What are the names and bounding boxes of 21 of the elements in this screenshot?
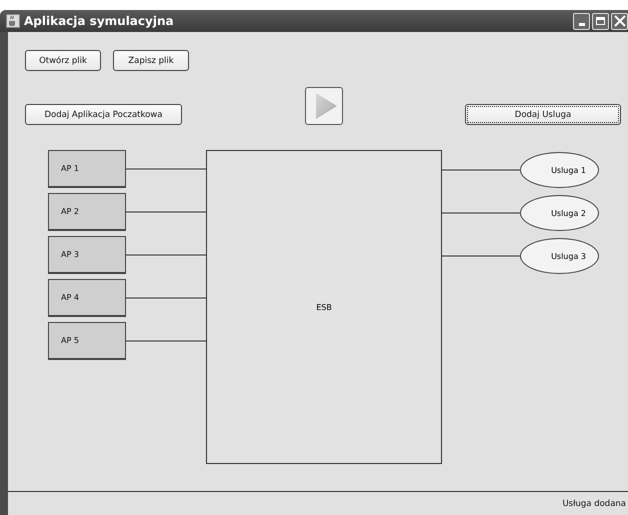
- minimize-button[interactable]: [573, 12, 590, 30]
- coffee-cup-icon: [6, 14, 20, 28]
- add-application-button[interactable]: Dodaj Aplikacja Poczatkowa: [25, 104, 182, 125]
- application-node: AP 1: [48, 150, 126, 188]
- service-node: Usluga 1: [520, 152, 599, 188]
- file-button[interactable]: Zapisz plik: [113, 50, 189, 71]
- file-button[interactable]: Otwórz plik: [25, 50, 101, 71]
- service-node: Usluga 2: [520, 195, 599, 231]
- window-title: Aplikacja symulacyjna: [24, 14, 174, 28]
- play-button[interactable]: [305, 87, 343, 125]
- maximize-button[interactable]: [592, 12, 609, 30]
- application-node: AP 4: [48, 279, 126, 317]
- status-text: Usługa dodana: [562, 498, 626, 508]
- application-node: AP 5: [48, 322, 126, 360]
- application-node: AP 3: [48, 236, 126, 274]
- close-button[interactable]: [611, 12, 628, 30]
- service-node: Usluga 3: [520, 238, 599, 274]
- play-icon: [314, 92, 338, 120]
- add-service-button[interactable]: Dodaj Usluga: [465, 104, 621, 125]
- esb-node: ESB: [206, 150, 442, 464]
- application-node: AP 2: [48, 193, 126, 231]
